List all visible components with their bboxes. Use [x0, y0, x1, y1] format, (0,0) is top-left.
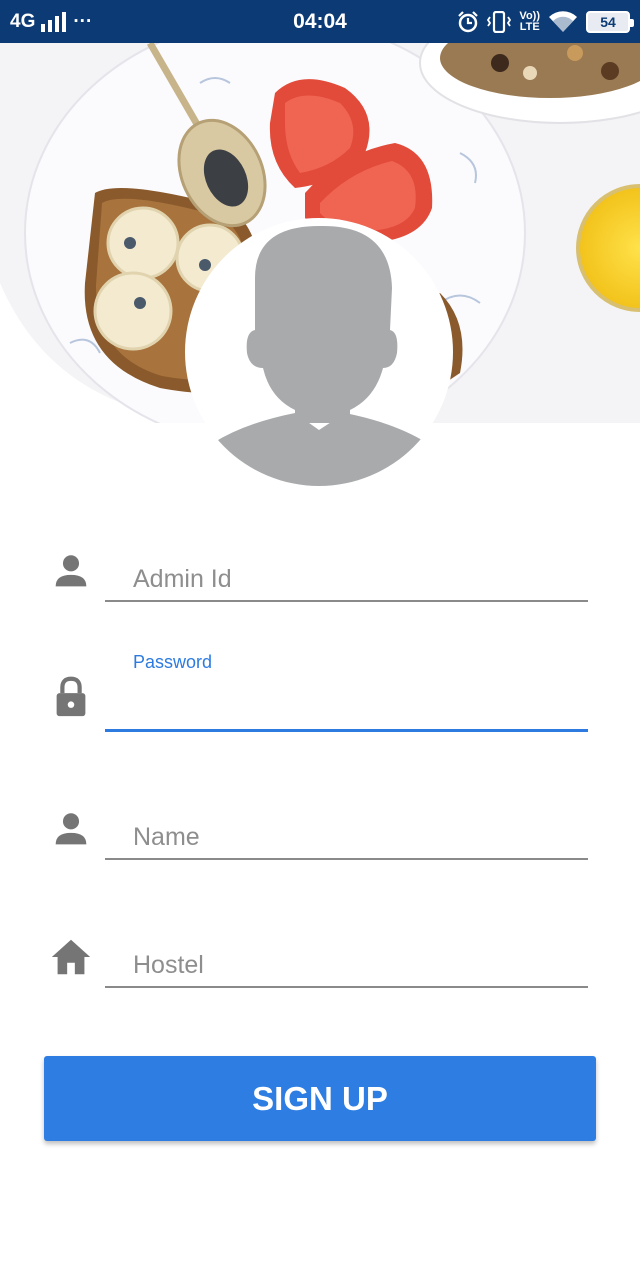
status-left: 4G ··· [10, 11, 92, 33]
profile-avatar[interactable] [185, 218, 453, 486]
battery-indicator: 54 [586, 10, 634, 33]
person-icon [55, 555, 87, 587]
sign-up-button[interactable]: SIGN UP [44, 1056, 596, 1141]
more-notifications-icon: ··· [73, 10, 93, 32]
admin-id-row [0, 548, 640, 608]
password-input[interactable] [105, 688, 588, 732]
status-right: Vo)) LTE 54 [457, 9, 634, 33]
volte-top: Vo)) [519, 9, 540, 22]
avatar-placeholder-icon [185, 225, 453, 486]
hostel-input[interactable] [105, 944, 588, 988]
home-icon [51, 939, 91, 975]
wifi-icon [549, 10, 577, 32]
signal-icon [41, 11, 67, 32]
admin-id-input[interactable] [105, 558, 588, 602]
name-row [0, 806, 640, 866]
vibrate-icon [487, 10, 512, 33]
volte-bottom: LTE [519, 20, 540, 33]
lock-icon [56, 676, 86, 717]
volte-indicator: Vo)) LTE [519, 9, 540, 33]
person-icon [55, 813, 87, 845]
alarm-icon [458, 10, 479, 32]
hostel-row [0, 934, 640, 994]
password-row: Password [0, 648, 640, 738]
name-input[interactable] [105, 816, 588, 860]
status-bar: 4G ··· 04:04 Vo)) LTE 54 [0, 0, 640, 43]
network-type: 4G [10, 10, 36, 32]
password-label: Password [133, 652, 213, 672]
